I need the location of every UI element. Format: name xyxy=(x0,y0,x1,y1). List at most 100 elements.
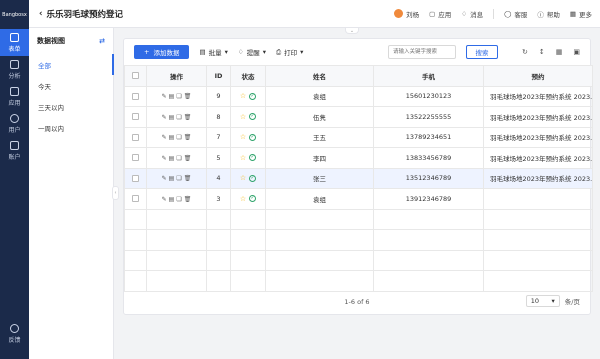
row-checkbox[interactable] xyxy=(124,85,147,107)
view-icon[interactable]: ▤ xyxy=(169,93,175,100)
search-input[interactable] xyxy=(388,45,456,59)
view-settings-icon[interactable]: ⇄ xyxy=(99,37,105,45)
add-data-button[interactable]: + 添加数据 xyxy=(134,45,190,59)
view-item-one-week[interactable]: 一周以内 xyxy=(29,117,113,138)
select-all-checkbox[interactable] xyxy=(124,65,147,87)
table-row[interactable]: ✎ ▤ ❏ 🗑 3 ☆ ✓ 袁组 13912346789 xyxy=(124,188,593,210)
view-icon[interactable]: ▤ xyxy=(169,114,175,121)
more-button[interactable]: ▦ 更多 xyxy=(570,9,592,19)
edit-icon[interactable]: ✎ xyxy=(162,155,167,162)
view-item-all[interactable]: 全部 xyxy=(29,54,114,75)
star-icon[interactable]: ☆ xyxy=(240,133,246,141)
row-actions: ✎ ▤ ❏ 🗑 xyxy=(146,167,207,189)
view-icon[interactable]: ▤ xyxy=(169,175,175,182)
cell-name: 袁组 xyxy=(265,188,374,210)
edit-icon[interactable]: ✎ xyxy=(162,93,167,100)
table-row[interactable]: ✎ ▤ ❏ 🗑 4 ☆ ✓ 张三 13512346789 羽毛球场地2023年预约系统 2023.… xyxy=(124,167,593,189)
service-button[interactable]: ◯ 客服 xyxy=(504,9,527,19)
view-icon[interactable]: ▤ xyxy=(169,196,175,203)
filter-icon[interactable]: ↻ xyxy=(522,48,528,56)
column-header-name[interactable]: 姓名 xyxy=(265,65,374,87)
row-checkbox[interactable] xyxy=(124,167,147,189)
edit-icon[interactable]: ✎ xyxy=(162,134,167,141)
empty-cell xyxy=(265,229,374,251)
check-circle-icon: ✓ xyxy=(249,195,257,203)
star-icon[interactable]: ☆ xyxy=(240,113,246,121)
app-logo[interactable]: Bangbosx xyxy=(0,0,29,29)
copy-icon[interactable]: ❏ xyxy=(176,155,181,162)
delete-icon[interactable]: 🗑 xyxy=(184,93,192,100)
search-button[interactable]: 搜索 xyxy=(466,45,498,59)
cell-booking: 羽毛球场地2023年预约系统 2023... xyxy=(483,167,593,189)
row-checkbox[interactable] xyxy=(124,106,147,128)
delete-icon[interactable]: 🗑 xyxy=(184,134,192,141)
sort-icon[interactable]: ↕ xyxy=(539,48,545,56)
rail-item-analysis[interactable]: 分析 xyxy=(0,56,29,83)
star-icon[interactable]: ☆ xyxy=(240,92,246,100)
row-checkbox[interactable] xyxy=(124,147,147,169)
more-label: 更多 xyxy=(579,10,592,19)
cell-phone: 13789234651 xyxy=(373,126,484,148)
columns-icon[interactable]: ▦ xyxy=(556,48,563,56)
cell-id: 5 xyxy=(206,147,231,169)
rail-item-users[interactable]: 用户 xyxy=(0,110,29,137)
table-row[interactable]: ✎ ▤ ❏ 🗑 9 ☆ ✓ 袁组 15601230123 羽毛球场地2023年预约系统 2023.… xyxy=(124,85,593,107)
column-header-phone[interactable]: 手机 xyxy=(373,65,484,87)
delete-icon[interactable]: 🗑 xyxy=(184,155,192,162)
user-icon xyxy=(10,113,19,123)
star-icon[interactable]: ☆ xyxy=(240,195,246,203)
row-checkbox[interactable] xyxy=(124,126,147,148)
row-checkbox[interactable] xyxy=(124,188,147,210)
table-row[interactable]: ✎ ▤ ❏ 🗑 7 ☆ ✓ 王五 13789234651 羽毛球场地2023年预约系统 2023.… xyxy=(124,126,593,148)
empty-cell xyxy=(230,270,266,292)
messages-button[interactable]: ♢ 消息 xyxy=(461,9,483,19)
copy-icon[interactable]: ❏ xyxy=(176,93,181,100)
edit-icon[interactable]: ✎ xyxy=(162,114,167,121)
cell-phone: 15601230123 xyxy=(373,85,484,107)
feedback-icon xyxy=(10,323,19,333)
back-chevron-icon[interactable]: ‹ xyxy=(39,9,43,19)
table-row[interactable]: ✎ ▤ ❏ 🗑 5 ☆ ✓ 李四 13833456789 羽毛球场地2023年预约系统 2023.… xyxy=(124,147,593,169)
edit-icon[interactable]: ✎ xyxy=(162,196,167,203)
rail-item-label: 账户 xyxy=(8,153,21,161)
rail-item-apps[interactable]: 应用 xyxy=(0,83,29,110)
delete-icon[interactable]: 🗑 xyxy=(184,175,192,182)
header-collapse-toggle[interactable]: ⌄ xyxy=(345,28,359,34)
pagination-range: 1-6 of 6 xyxy=(344,298,370,306)
remind-menu[interactable]: ♢ 提醒 ▾ xyxy=(238,47,266,57)
delete-icon[interactable]: 🗑 xyxy=(184,114,192,121)
sidebar-collapse-handle[interactable]: ‹ xyxy=(112,186,119,200)
print-menu[interactable]: ⎙ 打印 ▾ xyxy=(276,47,303,58)
view-item-three-days[interactable]: 三天以内 xyxy=(29,96,113,117)
page-size-select[interactable]: 10 ▾ xyxy=(525,295,560,307)
rail-item-account[interactable]: 账户 xyxy=(0,137,29,164)
view-item-today[interactable]: 今天 xyxy=(29,75,113,96)
view-icon[interactable]: ▤ xyxy=(169,155,175,162)
cell-phone: 13833456789 xyxy=(373,147,484,169)
user-menu[interactable]: 刘杨 xyxy=(394,9,419,19)
copy-icon[interactable]: ❏ xyxy=(176,134,181,141)
row-actions: ✎ ▤ ❏ 🗑 xyxy=(146,188,207,210)
column-header-booking[interactable]: 预约 xyxy=(483,65,593,87)
apps-icon xyxy=(10,86,19,96)
table-row[interactable]: ✎ ▤ ❏ 🗑 8 ☆ ✓ 伍隽 13522255555 羽毛球场地2023年预约系统 2023.… xyxy=(124,106,593,128)
copy-icon[interactable]: ❏ xyxy=(176,196,181,203)
column-header-id[interactable]: ID xyxy=(206,65,231,87)
edit-icon[interactable]: ✎ xyxy=(162,175,167,182)
batch-menu[interactable]: ▤ 批量 ▾ xyxy=(199,47,227,57)
view-icon[interactable]: ▤ xyxy=(169,134,175,141)
copy-icon[interactable]: ❏ xyxy=(176,114,181,121)
cell-status: ☆ ✓ xyxy=(230,106,266,128)
rail-item-forms[interactable]: 表单 xyxy=(0,29,29,56)
empty-cell xyxy=(230,208,266,230)
table-header-row: 操作 ID 状态 姓名 手机 预约 xyxy=(124,65,593,87)
help-button[interactable]: ⓘ 帮助 xyxy=(537,9,560,19)
star-icon[interactable]: ☆ xyxy=(240,174,246,182)
fullscreen-icon[interactable]: ▣ xyxy=(573,48,580,56)
rail-item-feedback[interactable]: 反馈 xyxy=(0,320,29,347)
copy-icon[interactable]: ❏ xyxy=(176,175,181,182)
apps-button[interactable]: ▢ 应用 xyxy=(429,9,451,19)
delete-icon[interactable]: 🗑 xyxy=(184,196,192,203)
cell-name: 伍隽 xyxy=(265,106,374,128)
star-icon[interactable]: ☆ xyxy=(240,154,246,162)
